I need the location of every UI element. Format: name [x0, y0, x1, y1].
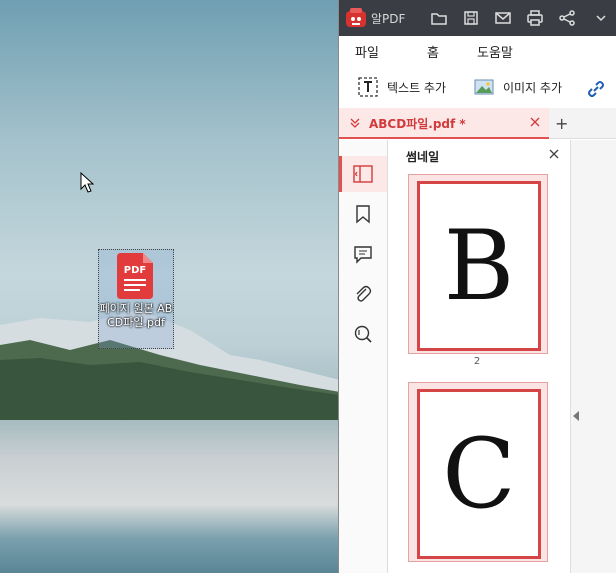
panel-title: 썸네일 — [406, 150, 440, 164]
thumbnail-content: C — [442, 418, 516, 530]
page-thumbnail[interactable]: C — [408, 382, 548, 562]
toolbar: 텍스트 추가 이미지 추가 — [339, 66, 616, 109]
link-icon[interactable] — [587, 78, 605, 100]
desktop: PDF 페이지 원본 ABCD파일.pdf — [0, 0, 340, 573]
tab-bar: ABCD파일.pdf * + — [339, 108, 616, 139]
side-toolbar — [339, 140, 388, 573]
tab-label: ABCD파일.pdf * — [369, 117, 466, 131]
menu-file[interactable]: 파일 — [355, 42, 379, 61]
mail-icon[interactable] — [493, 8, 513, 28]
paperclip-icon — [356, 285, 372, 302]
thumbnail-page: C — [417, 389, 541, 559]
search-icon — [354, 325, 372, 343]
attachment-panel-button[interactable] — [339, 276, 387, 312]
app-title: 알PDF — [371, 12, 406, 26]
bookmark-icon — [356, 205, 370, 224]
new-tab-button[interactable]: + — [555, 114, 568, 133]
menu-bar: 파일 홈 도움말 — [339, 36, 616, 66]
image-tool-icon — [474, 79, 494, 95]
menu-help[interactable]: 도움말 — [477, 42, 513, 61]
text-tool-icon — [358, 77, 378, 97]
print-icon[interactable] — [525, 8, 545, 28]
comment-icon — [354, 246, 372, 264]
title-bar: 알PDF — [339, 0, 616, 36]
add-text-button[interactable]: 텍스트 추가 — [357, 76, 446, 98]
add-text-label: 텍스트 추가 — [387, 80, 447, 95]
page-thumbnail[interactable]: B — [408, 174, 548, 354]
mouse-cursor-icon — [80, 172, 95, 193]
thumbnail-panel: 썸네일 B 2 C — [388, 140, 571, 573]
thumbnail-panel-button[interactable] — [339, 156, 387, 192]
thumbnail-content: B — [443, 210, 515, 322]
comment-panel-button[interactable] — [339, 236, 387, 272]
double-chevron-down-icon[interactable] — [349, 117, 361, 129]
document-area — [571, 140, 616, 573]
thumbnail-page: B — [417, 181, 541, 351]
add-image-button[interactable]: 이미지 추가 — [473, 76, 562, 98]
share-icon[interactable] — [557, 8, 577, 28]
search-panel-button[interactable] — [339, 316, 387, 352]
pdf-file-icon: PDF — [117, 253, 153, 299]
close-tab-icon[interactable] — [529, 116, 541, 128]
desktop-pdf-file[interactable]: PDF 페이지 원본 ABCD파일.pdf — [98, 249, 174, 349]
save-icon[interactable] — [461, 8, 481, 28]
document-tab[interactable]: ABCD파일.pdf * — [339, 108, 549, 139]
menu-home[interactable]: 홈 — [427, 42, 439, 61]
collapse-panel-arrow-icon[interactable] — [571, 410, 581, 422]
app-window: 알PDF 파일 홈 도움말 텍스트 추가 이미지 추가 ABCD파일.pdf *… — [338, 0, 616, 573]
thumbnail-icon — [353, 165, 373, 183]
desktop-file-label: 페이지 원본 ABCD파일.pdf — [99, 302, 173, 329]
add-image-label: 이미지 추가 — [503, 80, 563, 95]
close-panel-icon[interactable] — [548, 148, 560, 160]
pdf-badge-text: PDF — [124, 265, 146, 276]
thumbnail-page-number: 2 — [473, 356, 481, 367]
dropdown-arrow-icon[interactable] — [591, 8, 611, 28]
app-logo-icon — [346, 8, 366, 27]
open-folder-icon[interactable] — [429, 8, 449, 28]
bookmark-panel-button[interactable] — [339, 196, 387, 232]
